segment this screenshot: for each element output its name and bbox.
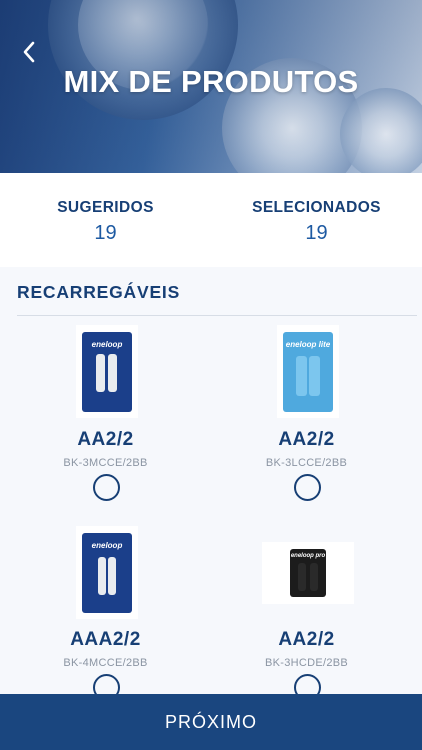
product-code: BK-3LCCE/2BB	[265, 457, 348, 469]
header-banner: MIX DE PRODUTOS	[0, 0, 422, 173]
product-code: BK-4MCCE/2BB	[63, 657, 148, 669]
counters-panel: SUGERIDOS 19 SELECIONADOS 19	[0, 173, 422, 267]
pack-3: eneloop	[82, 532, 132, 613]
product-code: BK-3MCCE/2BB	[63, 457, 148, 469]
pack-brand: eneloop pro	[290, 553, 326, 559]
pack-2: eneloop lite	[283, 331, 333, 412]
product-card[interactable]: eneloop pro AA2/2 BK-3HCDE/2BB	[201, 524, 412, 714]
section-divider	[17, 315, 417, 316]
product-name: AA2/2	[278, 629, 335, 650]
product-image: eneloop	[76, 325, 138, 418]
suggested-label: SUGERIDOS	[57, 199, 154, 216]
pack-4: eneloop pro	[290, 549, 326, 597]
selected-counter: SELECIONADOS 19	[211, 173, 422, 267]
pack-brand: eneloop	[91, 339, 123, 349]
product-card[interactable]: eneloop AAA2/2 BK-4MCCE/2BB	[0, 524, 211, 714]
product-image: eneloop	[76, 526, 138, 619]
product-name: AA2/2	[77, 429, 134, 450]
pack-brand: eneloop	[91, 540, 123, 550]
product-image: eneloop lite	[277, 325, 339, 418]
product-name: AAA2/2	[70, 629, 141, 650]
next-button[interactable]: PRÓXIMO	[0, 694, 422, 750]
page-title: MIX DE PRODUTOS	[63, 64, 359, 99]
product-card[interactable]: eneloop AA2/2 BK-3MCCE/2BB	[0, 324, 211, 514]
chevron-left-icon	[23, 41, 35, 63]
pack-brand: eneloop lite	[285, 339, 331, 349]
suggested-value: 19	[94, 222, 117, 244]
selected-label: SELECIONADOS	[252, 199, 381, 216]
product-card[interactable]: eneloop lite AA2/2 BK-3LCCE/2BB	[201, 324, 412, 514]
product-code: BK-3HCDE/2BB	[264, 657, 349, 669]
section-title: RECARREGÁVEIS	[17, 282, 181, 302]
select-radio[interactable]	[93, 474, 120, 501]
product-name: AA2/2	[278, 429, 335, 450]
select-radio[interactable]	[294, 474, 321, 501]
pack-1: eneloop	[82, 331, 132, 412]
product-image: eneloop pro	[262, 542, 354, 604]
selected-value: 19	[305, 222, 328, 244]
suggested-counter: SUGERIDOS 19	[0, 173, 211, 267]
